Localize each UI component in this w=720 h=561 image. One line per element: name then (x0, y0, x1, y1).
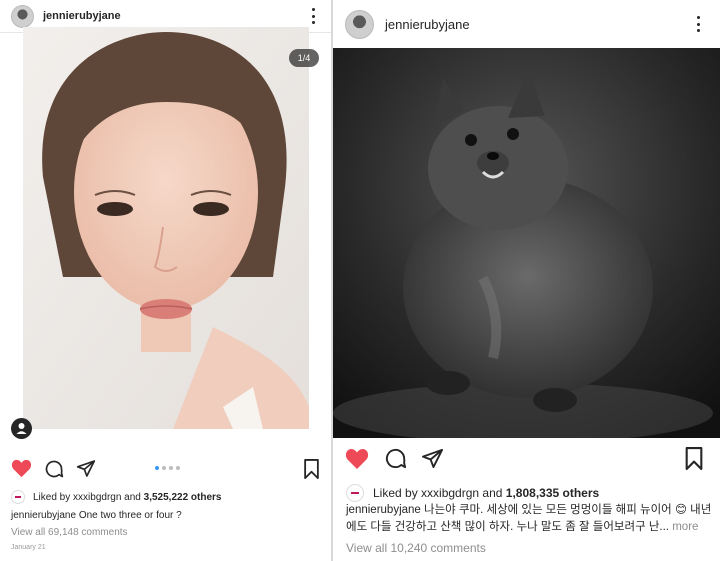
caption-more-link[interactable]: more (672, 521, 698, 533)
left-post-panel: jennierubyjane 1/4 Liked by xxxibgdrgn a… (0, 0, 331, 561)
post-date: January 21 (11, 544, 46, 551)
liked-by-avatar[interactable] (11, 490, 25, 504)
liked-by-prefix: Liked by (33, 491, 71, 503)
comment-icon[interactable] (44, 459, 64, 479)
carousel-dots (155, 466, 180, 470)
heart-icon[interactable] (345, 448, 369, 470)
caption-username[interactable]: jennierubyjane (346, 504, 421, 516)
caption-username[interactable]: jennierubyjane (11, 510, 76, 521)
post-username[interactable]: jennierubyjane (43, 10, 121, 22)
post-caption: jennierubyjane 나는야 쿠마. 세상에 있는 모든 멍멍이들 해피… (346, 502, 714, 536)
liked-by-user[interactable]: xxxibgdrgn (421, 486, 479, 500)
more-vertical-icon[interactable] (694, 16, 702, 32)
carousel-dot (176, 466, 180, 470)
right-post-panel: jennierubyjane Liked by xxxibgdrgn and 1… (333, 0, 720, 561)
liked-by-row: Liked by xxxibgdrgn and 1,808,335 others (346, 484, 599, 502)
action-bar (0, 458, 331, 480)
carousel-dot (169, 466, 173, 470)
user-tag-icon[interactable] (11, 418, 32, 439)
avatar[interactable] (345, 9, 374, 39)
view-all-comments-link[interactable]: View all 10,240 comments (346, 541, 486, 555)
share-icon[interactable] (421, 448, 444, 469)
post-caption: jennierubyjane One two three or four ? (11, 510, 323, 521)
bookmark-icon[interactable] (684, 447, 704, 470)
carousel-dot (162, 466, 166, 470)
more-vertical-icon[interactable] (309, 8, 317, 24)
liked-by-prefix: Liked by (373, 486, 418, 500)
post-header: jennierubyjane (333, 0, 720, 48)
liked-by-and: and (124, 491, 141, 503)
liked-by-and: and (482, 486, 503, 500)
liked-by-count[interactable]: 1,808,335 others (506, 486, 599, 500)
avatar[interactable] (11, 4, 34, 28)
view-all-comments-link[interactable]: View all 69,148 comments (11, 527, 128, 538)
heart-icon[interactable] (11, 459, 32, 478)
liked-by-user[interactable]: xxxibgdrgn (73, 492, 121, 503)
post-username[interactable]: jennierubyjane (385, 17, 470, 32)
share-icon[interactable] (76, 459, 96, 478)
liked-by-avatar[interactable] (346, 484, 364, 502)
liked-by-row: Liked by xxxibgdrgn and 3,525,222 others (11, 490, 221, 504)
caption-text: One two three or four ? (78, 510, 182, 521)
carousel-dot-active (155, 466, 159, 470)
action-bar (333, 447, 720, 471)
liked-by-count[interactable]: 3,525,222 others (144, 492, 222, 503)
post-photo-pomeranian[interactable] (333, 48, 720, 438)
bookmark-icon[interactable] (303, 459, 320, 479)
post-photo-portrait[interactable] (23, 27, 309, 429)
comment-icon[interactable] (384, 447, 407, 470)
photo-counter-badge: 1/4 (289, 49, 319, 67)
